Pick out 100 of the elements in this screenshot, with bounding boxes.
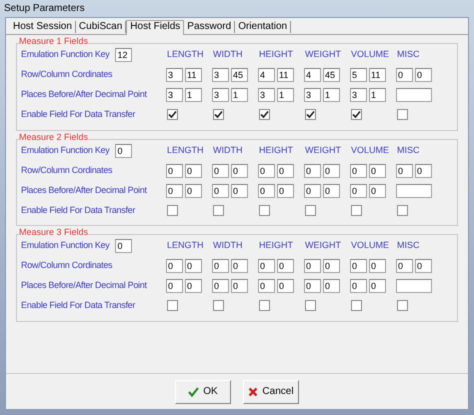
input-field[interactable]: 1 [369,88,386,102]
input-field[interactable]: 5 [350,68,367,82]
input-field[interactable]: 0 [369,259,386,273]
input-field[interactable]: 0 [258,184,275,198]
input-field[interactable]: 1 [231,88,248,102]
input-field[interactable]: 0 [350,279,367,293]
checkbox[interactable] [167,300,178,312]
tab[interactable]: Host Session [10,21,76,33]
input-field[interactable]: 0 [166,279,183,293]
input-field[interactable]: 0 [258,164,275,178]
input-field[interactable]: 11 [277,68,294,82]
input-field[interactable]: 0 [369,279,386,293]
input-field[interactable]: 3 [212,68,229,82]
input-field[interactable]: 0 [304,259,321,273]
checkbox[interactable] [305,109,316,120]
checkbox[interactable] [213,109,224,120]
input-field[interactable]: 3 [166,68,183,82]
checkbox[interactable] [351,109,362,120]
input-field[interactable]: 0 [415,164,432,178]
input-field[interactable]: 0 [231,164,248,178]
input-field[interactable]: 12 [115,48,132,62]
checkbox[interactable] [167,109,178,120]
input-field[interactable]: 0 [304,184,321,198]
input-field[interactable]: 0 [396,68,413,82]
checkbox[interactable] [397,109,408,120]
input-field[interactable]: 0 [304,164,321,178]
input-field[interactable]: 0 [212,184,229,198]
input-field[interactable]: 11 [369,68,386,82]
input-field[interactable]: 0 [323,184,340,198]
input-field[interactable]: 0 [115,239,132,253]
input-field[interactable]: 0 [166,259,183,273]
checkbox[interactable] [351,300,362,312]
input-field[interactable]: 0 [415,259,432,273]
input-field[interactable]: 0 [258,279,275,293]
input-field[interactable]: 3 [212,88,229,102]
checkbox[interactable] [259,300,270,312]
input-field[interactable]: 0 [212,279,229,293]
input-field[interactable]: 0 [277,279,294,293]
input-field[interactable]: 0 [277,164,294,178]
input-field[interactable]: 3 [350,88,367,102]
input-field[interactable]: 0 [323,259,340,273]
input-field[interactable]: 0 [212,259,229,273]
input-field[interactable] [396,184,432,198]
input-field[interactable]: 1 [185,88,202,102]
input-field[interactable]: 0 [323,164,340,178]
input-field[interactable] [396,88,432,102]
field-label: Places Before/After Decimal Point [21,184,148,197]
checkbox[interactable] [305,300,316,312]
input-field[interactable]: 0 [350,164,367,178]
input-field[interactable]: 0 [258,259,275,273]
input-field[interactable]: 0 [115,144,132,158]
input-field[interactable] [396,279,432,293]
tab[interactable]: Host Fields [126,20,184,35]
tab[interactable]: Orientation [235,21,292,33]
input-field[interactable]: 0 [277,259,294,273]
input-field[interactable]: 4 [304,68,321,82]
input-field[interactable]: 0 [304,279,321,293]
column-header: WEIGHT [304,48,342,62]
input-field[interactable]: 0 [415,68,432,82]
input-field[interactable]: 45 [231,68,248,82]
input-field[interactable]: 4 [258,68,275,82]
input-field[interactable]: 0 [396,164,413,178]
cancel-button[interactable]: Cancel [243,380,299,404]
input-field[interactable]: 0 [277,184,294,198]
input-field[interactable]: 0 [396,259,413,273]
ok-button[interactable]: OK [175,380,231,404]
input-field[interactable]: 0 [166,164,183,178]
input-field[interactable]: 3 [166,88,183,102]
checkbox[interactable] [259,204,270,216]
checkbox[interactable] [397,204,408,216]
input-field[interactable]: 0 [323,279,340,293]
input-field[interactable]: 0 [212,164,229,178]
input-field[interactable]: 0 [350,259,367,273]
input-field[interactable]: 45 [323,68,340,82]
input-field[interactable]: 1 [323,88,340,102]
input-field[interactable]: 0 [185,259,202,273]
input-field[interactable]: 3 [258,88,275,102]
input-field[interactable]: 0 [185,279,202,293]
input-field[interactable]: 0 [231,279,248,293]
input-field[interactable]: 0 [231,184,248,198]
input-field[interactable]: 0 [350,184,367,198]
input-field[interactable]: 0 [166,184,183,198]
input-field[interactable]: 0 [185,164,202,178]
input-field[interactable]: 11 [185,68,202,82]
input-field[interactable]: 0 [185,184,202,198]
column-header: WEIGHT [304,144,342,157]
input-field[interactable]: 1 [277,88,294,102]
checkbox[interactable] [213,300,224,312]
input-field[interactable]: 3 [304,88,321,102]
checkbox[interactable] [397,300,408,312]
tab[interactable]: Password [184,21,236,33]
input-field[interactable]: 0 [231,259,248,273]
checkbox[interactable] [167,204,178,216]
input-field[interactable]: 0 [369,164,386,178]
column-header: WIDTH [212,48,244,62]
checkbox[interactable] [259,109,270,120]
checkbox[interactable] [351,204,362,216]
checkbox[interactable] [305,204,316,216]
input-field[interactable]: 0 [369,184,386,198]
checkbox[interactable] [213,204,224,216]
